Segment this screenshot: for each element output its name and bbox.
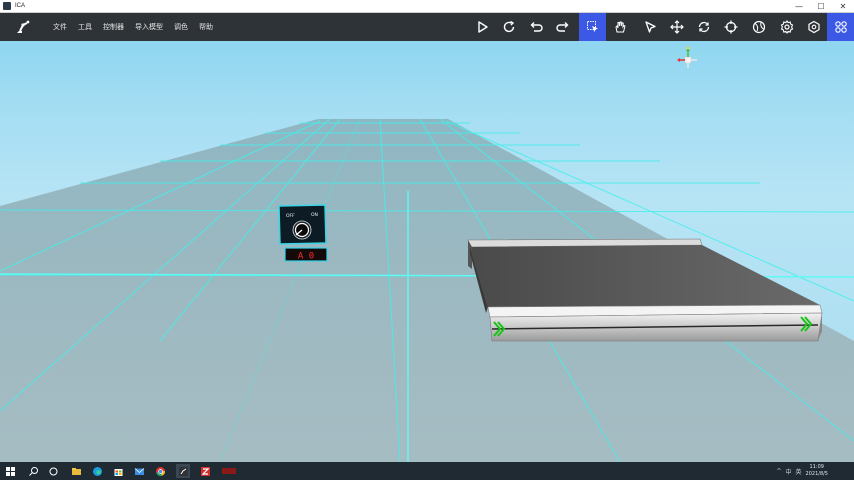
- rotate-icon: [698, 21, 709, 33]
- target-icon: [724, 20, 737, 34]
- taskbar-app-active[interactable]: [176, 464, 190, 478]
- hexagon-button[interactable]: [800, 13, 827, 41]
- undo-icon: [530, 22, 543, 32]
- close-button[interactable]: ✕: [832, 0, 854, 12]
- taskbar-app[interactable]: [90, 464, 104, 478]
- undo-button[interactable]: [522, 13, 549, 41]
- window-title: ICA: [15, 3, 26, 9]
- move-icon: [669, 20, 684, 34]
- app-icon: [3, 2, 11, 10]
- ica-app-icon: [178, 466, 188, 476]
- main-toolbar: 文件 工具 控制器 导入模型 调色 帮助: [0, 13, 854, 41]
- taskbar-app-thumbnail[interactable]: [222, 468, 236, 474]
- pointer-button[interactable]: [636, 13, 663, 41]
- mail-icon: [134, 467, 144, 475]
- menu-import-model[interactable]: 导入模型: [135, 22, 163, 32]
- menu-help[interactable]: 帮助: [199, 22, 213, 32]
- menu-bar: 文件 工具 控制器 导入模型 调色 帮助: [53, 13, 224, 41]
- redo-icon: [555, 22, 568, 32]
- play-icon: [477, 21, 488, 33]
- gear-icon: [780, 20, 793, 34]
- pointer-icon: [644, 21, 656, 33]
- tray-ime-en[interactable]: 英: [796, 467, 802, 476]
- robot-arm-logo-icon[interactable]: [14, 18, 32, 36]
- search-button[interactable]: [26, 464, 40, 478]
- system-tray: ^ 中 英 11:09 2021/8/5: [776, 462, 854, 480]
- hand-icon: [614, 21, 626, 33]
- windows-taskbar: ^ 中 英 11:09 2021/8/5: [0, 462, 854, 480]
- menu-controller[interactable]: 控制器: [103, 22, 124, 32]
- menu-color[interactable]: 调色: [174, 22, 188, 32]
- rotate-button[interactable]: [690, 13, 717, 41]
- on-label: ON: [311, 212, 318, 218]
- refresh-button[interactable]: [495, 13, 522, 41]
- target-button[interactable]: [717, 13, 744, 41]
- menu-tools[interactable]: 工具: [78, 22, 92, 32]
- select-box-icon: [586, 21, 598, 32]
- menu-file[interactable]: 文件: [53, 22, 67, 32]
- switch-panel[interactable]: OFF ON A 0: [278, 204, 328, 262]
- redo-button[interactable]: [549, 13, 576, 41]
- window-title-bar: ICA — ☐ ✕: [0, 0, 854, 13]
- off-label: OFF: [286, 213, 295, 219]
- conveyor-belt[interactable]: [467, 238, 823, 342]
- grid-apps-icon: [834, 21, 847, 33]
- maximize-button[interactable]: ☐: [810, 0, 832, 12]
- system-clock[interactable]: 11:09 2021/8/5: [806, 464, 828, 478]
- clock-date: 2021/8/5: [805, 471, 828, 477]
- hand-button[interactable]: [606, 13, 633, 41]
- taskbar-app[interactable]: [132, 464, 146, 478]
- globe-button[interactable]: [745, 13, 772, 41]
- minimize-button[interactable]: —: [788, 0, 810, 12]
- scene-canvas: OFF ON A 0: [0, 46, 854, 462]
- start-icon: [5, 466, 15, 476]
- taskbar-app[interactable]: [111, 464, 125, 478]
- tray-expand[interactable]: ^: [776, 468, 781, 475]
- taskbar-app[interactable]: [153, 464, 167, 478]
- orientation-gizmo[interactable]: [677, 46, 697, 68]
- clock-time: 11:09: [809, 464, 824, 470]
- tray-ime-cn[interactable]: 中: [786, 467, 792, 476]
- taskbar-app[interactable]: [198, 464, 212, 478]
- window-controls: — ☐ ✕: [788, 0, 854, 12]
- chrome-icon: [155, 466, 165, 476]
- settings-button[interactable]: [773, 13, 800, 41]
- filezilla-icon: [200, 466, 210, 476]
- globe-icon: [752, 20, 765, 34]
- move-button[interactable]: [663, 13, 690, 41]
- hexagon-icon: [807, 20, 820, 34]
- display-value: A 0: [298, 252, 314, 262]
- start-button[interactable]: [3, 464, 17, 478]
- apps-grid-button[interactable]: [827, 13, 854, 41]
- 3d-viewport[interactable]: OFF ON A 0: [0, 41, 854, 462]
- play-button[interactable]: [468, 13, 495, 41]
- search-icon: [28, 466, 38, 476]
- task-view-icon: [49, 467, 57, 475]
- store-icon: [114, 468, 122, 476]
- taskbar-app[interactable]: [69, 464, 83, 478]
- select-box-button[interactable]: [579, 13, 606, 41]
- explorer-icon: [71, 467, 81, 475]
- edge-icon: [92, 466, 102, 476]
- refresh-icon: [503, 20, 514, 33]
- task-view-button[interactable]: [46, 464, 60, 478]
